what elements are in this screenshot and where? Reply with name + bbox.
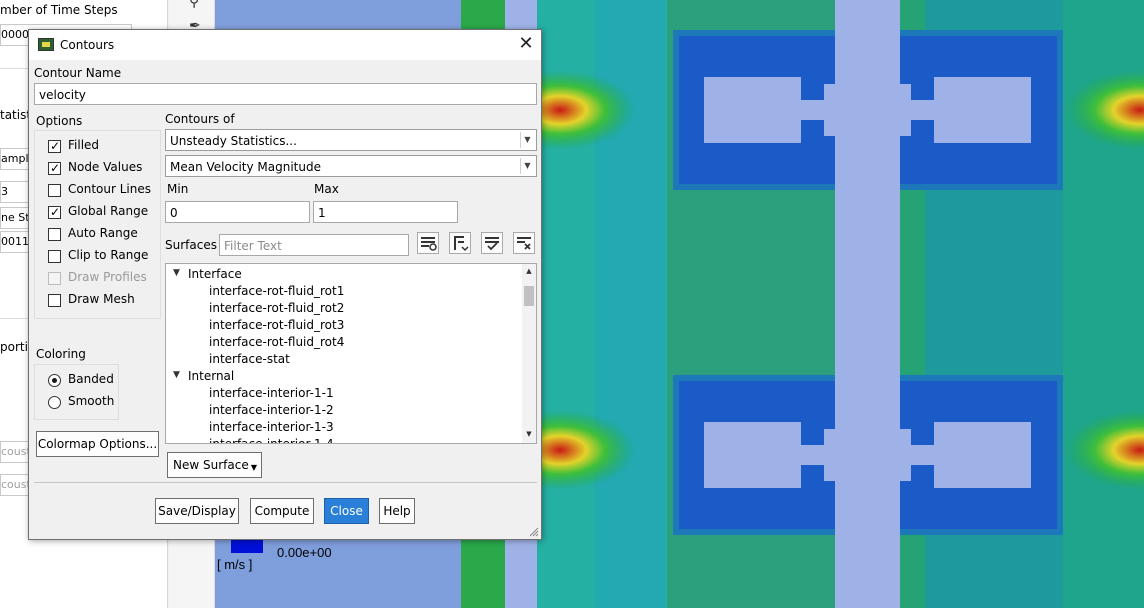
tree-item[interactable]: interface-rot-fluid_rot3 [209,318,344,332]
surface-filter-input[interactable]: Filter Text [219,234,409,256]
chevron-down-icon: ▼ [520,132,534,148]
surfaces-label: Surfaces [165,238,217,252]
blade-upper-right [934,77,1031,143]
help-button[interactable]: Help [379,498,415,524]
scroll-thumb[interactable] [524,286,534,306]
tree-item[interactable]: interface-rot-fluid_rot2 [209,301,344,315]
zoom-icon[interactable]: ⚲ [189,0,199,10]
min-label: Min [167,182,189,196]
contours-dialog: Contours ✕ Contour Name velocity Options… [28,29,542,540]
tree-item[interactable]: interface-interior-1-3 [209,420,334,434]
options-label: Options [36,114,83,128]
contour-name-input[interactable]: velocity [34,83,537,105]
compute-button[interactable]: Compute [250,498,314,524]
max-input[interactable]: 1 [313,201,458,223]
scroll-up-icon[interactable]: ▲ [522,267,536,275]
tree-group-internal[interactable]: Internal [188,369,234,383]
close-icon[interactable]: ✕ [515,33,537,55]
blade-upper-left [704,77,801,143]
select-checked-icon[interactable] [481,232,503,254]
tree-item[interactable]: interface-rot-fluid_rot4 [209,335,344,349]
colormap-options-button[interactable]: Colormap Options... [36,431,159,457]
chevron-down-icon: ▼ [250,463,257,472]
tree-group-interface[interactable]: Interface [188,267,242,281]
separator [34,482,537,483]
options-group: ✓ Filled ✓ Node Values Contour Lines ✓ Glob… [34,130,161,319]
blade-lower-left [704,422,801,488]
tree-item[interactable]: interface-stat [209,352,290,366]
select-all-surfaces-icon[interactable] [417,232,439,254]
legend-units: [ m/s ] [217,557,253,572]
tree-item[interactable]: interface-interior-1-1 [209,386,334,400]
tree-scrollbar[interactable]: ▲ ▼ [522,264,536,443]
contours-of-variable-dropdown[interactable]: Mean Velocity Magnitude ▼ [165,155,537,177]
save-display-button[interactable]: Save/Display [155,498,239,524]
blade-lower-right [934,422,1031,488]
group-surfaces-icon[interactable] [449,232,471,254]
number-of-time-steps-label: mber of Time Steps [0,3,118,17]
collapse-triangle-icon[interactable]: ▼ [173,370,180,380]
dialog-title: Contours [60,38,115,52]
deselect-all-icon[interactable] [513,232,535,254]
fluent-app-icon [38,38,54,51]
tree-item[interactable]: interface-interior-1-2 [209,403,334,417]
chevron-down-icon: ▼ [520,158,534,174]
central-shaft [835,0,900,608]
min-input[interactable]: 0 [165,201,310,223]
new-surface-dropdown[interactable]: New Surface ▼ [167,452,262,478]
scroll-down-icon[interactable]: ▼ [522,430,536,438]
resize-grip-icon[interactable] [529,527,539,537]
tree-item[interactable]: interface-interior-1-4 [209,437,334,443]
contours-of-category-dropdown[interactable]: Unsteady Statistics... ▼ [165,129,537,151]
max-label: Max [314,182,339,196]
coloring-label: Coloring [36,347,86,361]
surfaces-tree[interactable]: ▼ Interface interface-rot-fluid_rot1 int… [165,263,537,444]
collapse-triangle-icon[interactable]: ▼ [173,268,180,278]
contours-of-label: Contours of [165,112,235,126]
coloring-group: Banded Smooth [34,364,119,420]
dialog-titlebar[interactable]: Contours ✕ [29,30,541,60]
tree-item[interactable]: interface-rot-fluid_rot1 [209,284,344,298]
contour-name-label: Contour Name [34,66,122,80]
legend-min-value: 0.00e+00 [277,545,332,560]
close-button[interactable]: Close [324,498,369,524]
